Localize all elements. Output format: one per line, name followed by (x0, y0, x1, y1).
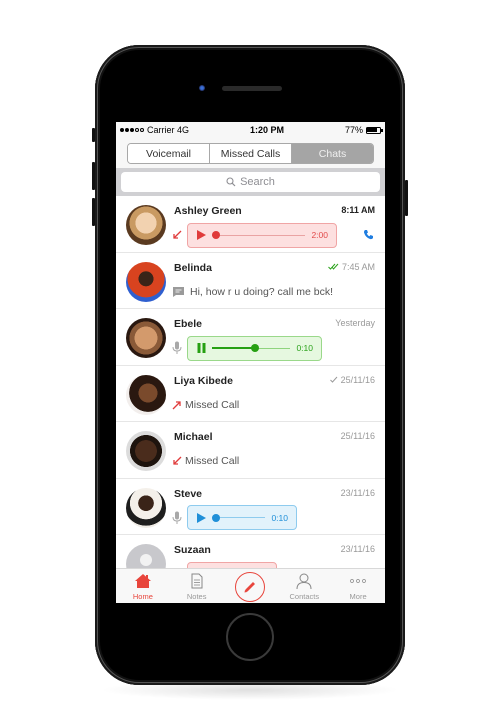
app-screen: Carrier 4G 1:20 PM 77% Voicemail Missed … (116, 122, 385, 603)
tab-label: Contacts (289, 592, 320, 601)
chat-row-steve[interactable]: Steve 23/11/16 0:10 (116, 479, 385, 535)
chat-time-wrap: 7:45 AM (328, 262, 375, 272)
voice-message-bubble[interactable]: 2:00 (187, 222, 337, 248)
search-input[interactable]: Search (121, 172, 380, 192)
contact-name: Suzaan (174, 544, 211, 556)
missed-call-label: Missed Call (185, 398, 240, 411)
play-icon[interactable] (197, 512, 206, 523)
tab-label: More (349, 592, 367, 601)
power-button (405, 180, 408, 216)
read-double-check-icon (328, 263, 339, 270)
tab-missed-calls[interactable]: Missed Calls (210, 144, 292, 163)
chat-row-ashley-green[interactable]: Ashley Green 8:11 AM 2:00 (116, 196, 385, 253)
contact-name: Steve (174, 487, 203, 500)
microphone-icon (172, 511, 182, 524)
tab-more[interactable]: More (331, 569, 385, 603)
chat-time: 23/11/16 (340, 487, 375, 498)
play-icon[interactable] (197, 230, 206, 240)
battery-percent: 77% (344, 125, 363, 135)
contact-name: Ebele (174, 318, 203, 330)
voice-message-bubble[interactable]: 0:10 (187, 505, 297, 530)
microphone-icon (172, 341, 182, 354)
voice-duration: 0:10 (271, 512, 288, 523)
avatar (126, 374, 166, 415)
contacts-icon (296, 573, 312, 589)
missed-call-label: Missed Call (185, 455, 240, 467)
contact-name: Ashley Green (174, 205, 242, 217)
mute-switch (92, 128, 95, 142)
avatar (126, 205, 166, 245)
chat-time: 7:45 AM (341, 261, 375, 272)
chat-row-ebele[interactable]: Ebele Yesterday 0:10 (116, 309, 385, 366)
voice-duration: 2:00 (311, 230, 328, 240)
chat-time: 23/11/16 (340, 544, 375, 554)
contact-name: Belinda (174, 261, 212, 274)
search-bar: Search (116, 168, 385, 196)
tab-home[interactable]: Home (116, 569, 170, 603)
chat-time-wrap: 25/11/16 (329, 374, 375, 385)
tab-label: Home (132, 592, 153, 601)
chat-time: 25/11/16 (340, 431, 375, 441)
phone-icon[interactable] (363, 229, 374, 240)
voice-progress-track[interactable] (212, 231, 306, 239)
voice-progress-track[interactable] (212, 344, 291, 352)
message-icon (173, 286, 184, 297)
notes-icon (191, 573, 203, 589)
segmented-control: Voicemail Missed Calls Chats (127, 143, 374, 164)
voice-duration: 0:10 (296, 343, 313, 353)
volume-down-button (92, 198, 95, 226)
outgoing-call-arrow-icon (172, 400, 181, 409)
home-icon (134, 574, 151, 588)
contact-name: Michael (174, 431, 213, 443)
home-button[interactable] (226, 613, 274, 661)
status-bar: Carrier 4G 1:20 PM 77% (116, 122, 385, 138)
pause-icon[interactable] (197, 343, 206, 353)
tab-notes[interactable]: Notes (170, 569, 224, 603)
incoming-call-arrow-icon (173, 456, 182, 465)
tab-bar: Home Notes Contacts More (116, 568, 385, 603)
compose-circle[interactable] (235, 572, 266, 602)
voice-progress-track[interactable] (212, 513, 266, 522)
chat-time: 8:11 AM (341, 205, 375, 215)
voice-message-bubble[interactable]: 0:10 (187, 335, 322, 361)
tab-contacts[interactable]: Contacts (277, 569, 331, 603)
compose-button[interactable] (224, 569, 278, 603)
more-icon (350, 579, 366, 583)
chat-time: Yesterday (335, 318, 375, 328)
carrier-label: Carrier 4G (147, 125, 190, 135)
contact-name: Liya Kibede (174, 374, 233, 387)
avatar (126, 261, 166, 302)
chat-row-michael[interactable]: Michael 25/11/16 Missed Call (116, 422, 385, 479)
earpiece-speaker (222, 86, 282, 91)
front-camera (199, 85, 205, 91)
compose-pencil-icon (244, 582, 256, 593)
chat-list: Ashley Green 8:11 AM 2:00 Belinda 7:45 A… (116, 196, 385, 592)
search-placeholder: Search (240, 176, 275, 188)
last-message: Hi, how r u doing? call me bck! (190, 285, 333, 298)
tab-chats[interactable]: Chats (292, 144, 373, 163)
chat-row-belinda[interactable]: Belinda 7:45 AM Hi, how r u doing? call … (116, 253, 385, 309)
incoming-call-arrow-icon (173, 230, 182, 239)
chat-time: 25/11/16 (340, 374, 375, 385)
volume-up-button (92, 162, 95, 190)
battery-icon (365, 126, 383, 134)
tab-voicemail[interactable]: Voicemail (128, 144, 210, 163)
avatar (126, 318, 166, 358)
tab-label: Notes (186, 592, 207, 601)
avatar (126, 487, 166, 528)
status-time: 1:20 PM (249, 125, 284, 135)
search-icon (226, 177, 236, 187)
avatar (126, 431, 166, 471)
signal-strength-icon (120, 128, 144, 132)
segment-bar: Voicemail Missed Calls Chats (116, 138, 385, 168)
chat-row-liya-kibede[interactable]: Liya Kibede 25/11/16 Missed Call (116, 366, 385, 422)
sent-check-icon (329, 376, 337, 383)
